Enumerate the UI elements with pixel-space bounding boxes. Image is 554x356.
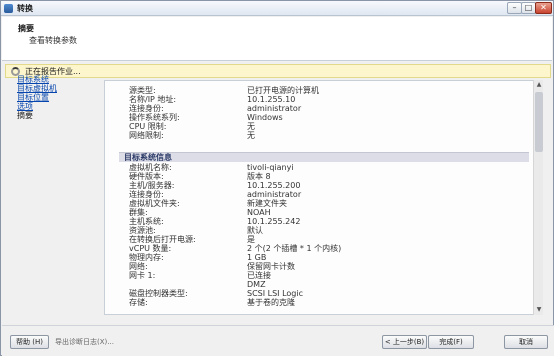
row-value: 保留网卡计数	[247, 262, 295, 271]
row-key: 连接身份:	[129, 104, 164, 113]
row-value: 版本 8	[247, 172, 271, 181]
row-key: 硬件版本:	[129, 172, 164, 181]
row-key: 网络:	[129, 262, 148, 271]
row-value: 无	[247, 122, 255, 131]
page-subtitle: 查看转换参数	[29, 36, 77, 45]
row-value: tivoli-qianyi	[247, 163, 294, 172]
row-value: 2 个(2 个插槽 * 1 个内核)	[247, 244, 342, 253]
nav-options[interactable]: 选项	[17, 102, 97, 111]
title-bar: 转换 – □ ✕	[1, 1, 553, 16]
row-value: 基于卷的克隆	[247, 298, 295, 307]
scroll-up-icon[interactable]: ▲	[535, 81, 543, 89]
nav-target-system[interactable]: 目标系统	[17, 75, 97, 84]
row-key: 主机/服务器:	[129, 181, 175, 190]
finish-button[interactable]: 完成(F)	[428, 335, 474, 349]
vertical-scrollbar[interactable]: ▲ ▼	[533, 80, 543, 315]
page-title: 摘要	[18, 24, 34, 33]
row-key: 网卡 1:	[129, 271, 156, 280]
row-value: 10.1.255.200	[247, 181, 301, 190]
summary-panel: 源类型: 已打开电源的计算机 名称/IP 地址: 10.1.255.10 连接身…	[104, 80, 541, 315]
help-button[interactable]: 帮助 (H)	[10, 335, 49, 349]
row-key: 群集:	[129, 208, 148, 217]
nav-target-location[interactable]: 目标位置	[17, 93, 97, 102]
row-value: 是	[247, 235, 255, 244]
row-key: 操作系统系列:	[129, 113, 180, 122]
row-value: administrator	[247, 104, 302, 113]
row-value: 无	[247, 131, 255, 140]
row-key: 资源池:	[129, 226, 156, 235]
maximize-button[interactable]: □	[521, 2, 536, 14]
row-key: 虚拟机文件夹:	[129, 199, 180, 208]
wizard-footer: 帮助 (H) 导出诊断日志(X)... < 上一步(B) 完成(F) 取消	[2, 325, 554, 356]
row-value: 1 GB	[247, 253, 267, 262]
row-value: 10.1.255.242	[247, 217, 301, 226]
row-key: vCPU 数量:	[129, 244, 172, 253]
row-key: 物理内存:	[129, 253, 164, 262]
converter-window: 转换 – □ ✕ 摘要 查看转换参数 正在报告作业... 目标系统 目标虚拟机 …	[0, 0, 554, 356]
export-log-link: 导出诊断日志(X)...	[55, 338, 114, 346]
row-value: NOAH	[247, 208, 271, 217]
row-key: 源类型:	[129, 86, 156, 95]
row-key: 在转换后打开电源:	[129, 235, 196, 244]
row-key: 主机系统:	[129, 217, 164, 226]
row-key: 虚拟机名称:	[129, 163, 172, 172]
row-key: CPU 限制:	[129, 122, 167, 131]
row-value: DMZ	[247, 280, 266, 289]
row-key: 网络限制:	[129, 131, 164, 140]
row-key: 存储:	[129, 298, 148, 307]
row-key: 连接身份:	[129, 190, 164, 199]
scroll-down-icon[interactable]: ▼	[535, 306, 543, 314]
cancel-button[interactable]: 取消	[504, 335, 548, 349]
row-value: 默认	[247, 226, 263, 235]
close-button[interactable]: ✕	[535, 2, 552, 14]
row-key: 名称/IP 地址:	[129, 95, 177, 104]
row-value: 已连接	[247, 271, 271, 280]
row-value: 新建文件夹	[247, 199, 287, 208]
row-value: Windows	[247, 113, 283, 122]
scroll-thumb[interactable]	[535, 92, 543, 152]
app-icon	[4, 4, 13, 13]
row-value: 已打开电源的计算机	[247, 86, 319, 95]
nav-target-vm[interactable]: 目标虚拟机	[17, 84, 97, 93]
row-value: administrator	[247, 190, 302, 199]
window-title: 转换	[17, 4, 33, 13]
back-button[interactable]: < 上一步(B)	[382, 335, 427, 349]
target-section-title: 目标系统信息	[124, 153, 172, 162]
wizard-header: 摘要 查看转换参数	[2, 17, 552, 61]
row-value: SCSI LSI Logic	[247, 289, 303, 298]
target-section-header: 目标系统信息	[119, 152, 529, 162]
row-key: 磁盘控制器类型:	[129, 289, 188, 298]
wizard-nav: 目标系统 目标虚拟机 目标位置 选项 摘要	[17, 75, 97, 120]
row-value: 10.1.255.10	[247, 95, 296, 104]
nav-summary: 摘要	[17, 111, 33, 120]
minimize-button[interactable]: –	[507, 2, 522, 14]
